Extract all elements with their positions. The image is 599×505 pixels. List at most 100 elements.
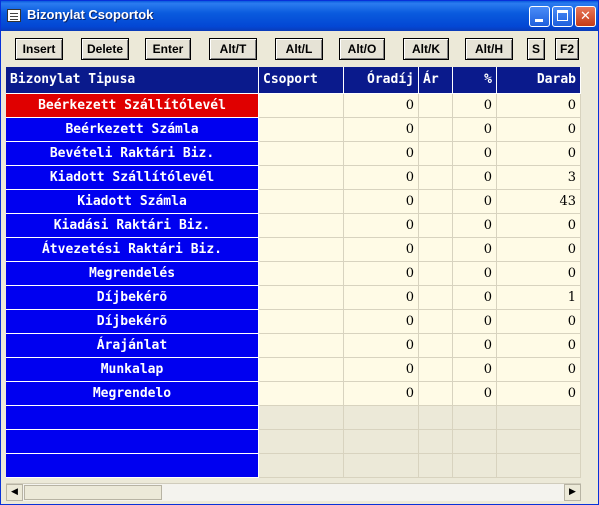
cell-darab[interactable]: 0 [497,94,581,118]
cell-darab[interactable]: 1 [497,286,581,310]
empty-cell[interactable] [6,454,259,478]
data-grid[interactable]: Bizonylat Tipusa Csoport Óradíj Ár % Dar… [6,67,581,482]
cell-ar[interactable] [419,382,453,406]
cell-oradij[interactable]: 0 [344,142,419,166]
empty-cell[interactable] [259,454,344,478]
cell-pct[interactable]: 0 [453,238,497,262]
cell-oradij[interactable]: 0 [344,334,419,358]
cell-darab[interactable]: 0 [497,214,581,238]
row-type-name[interactable]: Megrendelés [6,262,259,286]
header-darab[interactable]: Darab [497,67,581,94]
cell-darab[interactable]: 0 [497,238,581,262]
cell-csoport[interactable] [259,310,344,334]
horizontal-scrollbar[interactable]: ◀ ▶ [6,483,581,501]
empty-cell[interactable] [259,406,344,430]
row-type-name[interactable]: Díjbekérõ [6,286,259,310]
cell-ar[interactable] [419,214,453,238]
row-type-name[interactable]: Beérkezett Számla [6,118,259,142]
header-csoport[interactable]: Csoport [259,67,344,94]
cell-oradij[interactable]: 0 [344,382,419,406]
header-bizonylat-tipusa[interactable]: Bizonylat Tipusa [6,67,259,94]
cell-oradij[interactable]: 0 [344,286,419,310]
header-oradij[interactable]: Óradíj [344,67,419,94]
cell-pct[interactable]: 0 [453,358,497,382]
cell-pct[interactable]: 0 [453,190,497,214]
empty-cell[interactable] [344,430,419,454]
cell-csoport[interactable] [259,334,344,358]
alt-l-button[interactable]: Alt/L [275,38,323,60]
row-type-name[interactable]: Árajánlat [6,334,259,358]
title-bar[interactable]: Bizonylat Csoportok ✕ [1,1,598,31]
cell-oradij[interactable]: 0 [344,358,419,382]
cell-darab[interactable]: 0 [497,118,581,142]
empty-cell[interactable] [344,454,419,478]
empty-cell[interactable] [453,430,497,454]
empty-cell[interactable] [497,454,581,478]
delete-button[interactable]: Delete [81,38,129,60]
empty-cell[interactable] [453,454,497,478]
empty-cell[interactable] [259,430,344,454]
cell-csoport[interactable] [259,142,344,166]
scroll-left-arrow-icon[interactable]: ◀ [6,484,23,501]
cell-oradij[interactable]: 0 [344,94,419,118]
cell-darab[interactable]: 3 [497,166,581,190]
cell-oradij[interactable]: 0 [344,262,419,286]
insert-button[interactable]: Insert [15,38,63,60]
cell-pct[interactable]: 0 [453,142,497,166]
row-type-name[interactable]: Kiadott Számla [6,190,259,214]
cell-ar[interactable] [419,334,453,358]
cell-ar[interactable] [419,262,453,286]
cell-pct[interactable]: 0 [453,166,497,190]
close-button[interactable]: ✕ [575,6,596,27]
cell-oradij[interactable]: 0 [344,238,419,262]
cell-ar[interactable] [419,358,453,382]
cell-ar[interactable] [419,286,453,310]
cell-csoport[interactable] [259,262,344,286]
row-type-name[interactable]: Kiadási Raktári Biz. [6,214,259,238]
cell-csoport[interactable] [259,286,344,310]
cell-pct[interactable]: 0 [453,286,497,310]
cell-pct[interactable]: 0 [453,382,497,406]
cell-csoport[interactable] [259,238,344,262]
cell-csoport[interactable] [259,94,344,118]
cell-ar[interactable] [419,190,453,214]
cell-oradij[interactable]: 0 [344,166,419,190]
cell-csoport[interactable] [259,190,344,214]
scroll-thumb[interactable] [24,485,162,500]
cell-darab[interactable]: 0 [497,334,581,358]
row-type-name[interactable]: Kiadott Szállítólevél [6,166,259,190]
minimize-button[interactable] [529,6,550,27]
cell-pct[interactable]: 0 [453,118,497,142]
cell-oradij[interactable]: 0 [344,118,419,142]
f2-button[interactable]: F2 [555,38,579,60]
cell-darab[interactable]: 0 [497,142,581,166]
empty-cell[interactable] [497,430,581,454]
cell-darab[interactable]: 0 [497,310,581,334]
empty-cell[interactable] [419,430,453,454]
cell-darab[interactable]: 0 [497,358,581,382]
cell-oradij[interactable]: 0 [344,214,419,238]
cell-csoport[interactable] [259,166,344,190]
cell-pct[interactable]: 0 [453,214,497,238]
alt-t-button[interactable]: Alt/T [209,38,257,60]
row-type-name[interactable]: Beérkezett Szállítólevél [6,94,259,118]
cell-ar[interactable] [419,142,453,166]
cell-ar[interactable] [419,310,453,334]
maximize-button[interactable] [552,6,573,27]
alt-o-button[interactable]: Alt/O [339,38,385,60]
cell-csoport[interactable] [259,382,344,406]
scroll-right-arrow-icon[interactable]: ▶ [564,484,581,501]
empty-cell[interactable] [419,454,453,478]
row-type-name[interactable]: Megrendelo [6,382,259,406]
enter-button[interactable]: Enter [145,38,191,60]
cell-darab[interactable]: 0 [497,382,581,406]
empty-cell[interactable] [419,406,453,430]
header-percent[interactable]: % [453,67,497,94]
row-type-name[interactable]: Bevételi Raktári Biz. [6,142,259,166]
empty-cell[interactable] [453,406,497,430]
cell-pct[interactable]: 0 [453,94,497,118]
cell-pct[interactable]: 0 [453,262,497,286]
empty-cell[interactable] [497,406,581,430]
cell-oradij[interactable]: 0 [344,190,419,214]
cell-ar[interactable] [419,94,453,118]
